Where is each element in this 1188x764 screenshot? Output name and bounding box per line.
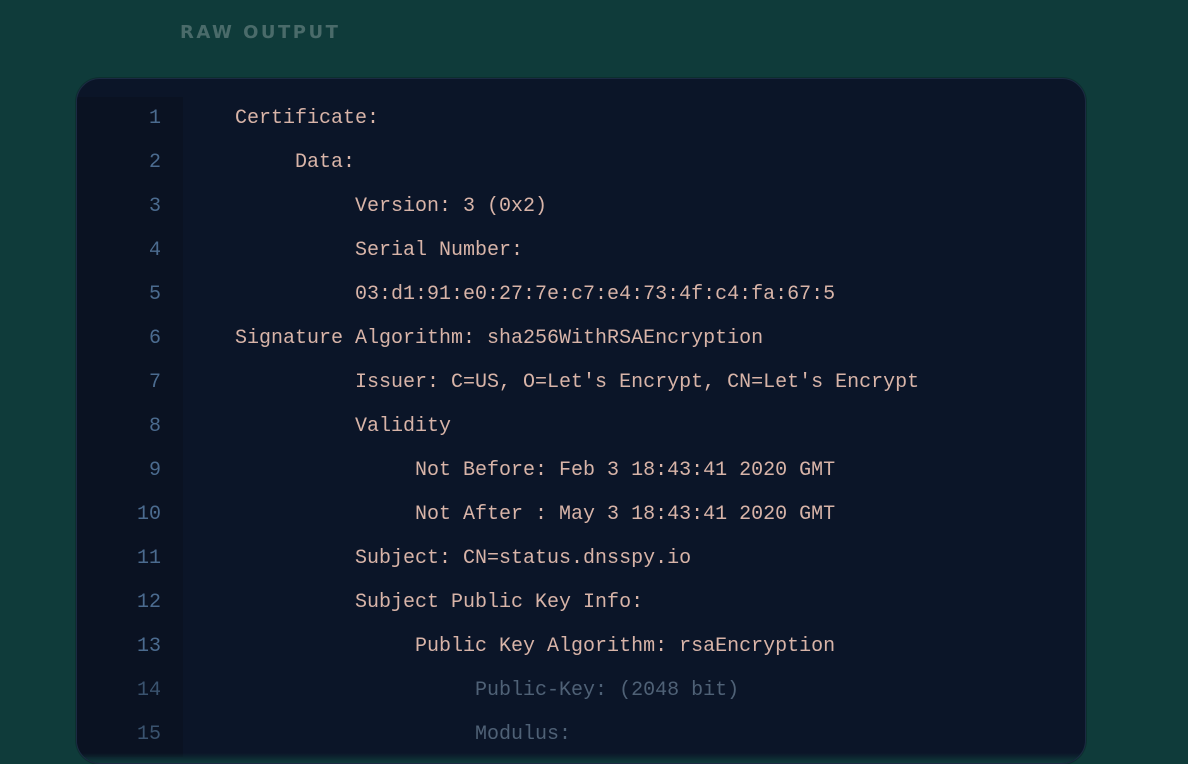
line-number: 4 — [77, 229, 183, 273]
line-number: 13 — [77, 625, 183, 669]
line-number: 12 — [77, 581, 183, 625]
line-number: 8 — [77, 405, 183, 449]
line-text: Subject Public Key Info: — [183, 581, 1085, 625]
code-line: 1Certificate: — [77, 97, 1085, 141]
code-line: 9 Not Before: Feb 3 18:43:41 2020 GMT — [77, 449, 1085, 493]
code-line: 14 Public-Key: (2048 bit) — [77, 669, 1085, 713]
line-number: 1 — [77, 97, 183, 141]
code-line: 15 Modulus: — [77, 713, 1085, 757]
line-number: 15 — [77, 713, 183, 757]
line-text: Public-Key: (2048 bit) — [183, 669, 1085, 713]
line-number: 14 — [77, 669, 183, 713]
code-line: 7 Issuer: C=US, O=Let's Encrypt, CN=Let'… — [77, 361, 1085, 405]
page-root: RAW OUTPUT 1Certificate:2 Data:3 Version… — [0, 0, 1188, 764]
line-number: 9 — [77, 449, 183, 493]
code-block[interactable]: 1Certificate:2 Data:3 Version: 3 (0x2)4 … — [77, 79, 1085, 757]
line-number: 6 — [77, 317, 183, 361]
line-text: Serial Number: — [183, 229, 1085, 273]
code-line: 2 Data: — [77, 141, 1085, 185]
line-text: Modulus: — [183, 713, 1085, 757]
line-number: 5 — [77, 273, 183, 317]
code-line: 4 Serial Number: — [77, 229, 1085, 273]
code-line: 10 Not After : May 3 18:43:41 2020 GMT — [77, 493, 1085, 537]
line-number: 3 — [77, 185, 183, 229]
line-number: 7 — [77, 361, 183, 405]
code-line: 5 03:d1:91:e0:27:7e:c7:e4:73:4f:c4:fa:67… — [77, 273, 1085, 317]
line-text: Subject: CN=status.dnsspy.io — [183, 537, 1085, 581]
line-text: Certificate: — [183, 97, 1085, 141]
code-line: 3 Version: 3 (0x2) — [77, 185, 1085, 229]
code-line: 12 Subject Public Key Info: — [77, 581, 1085, 625]
line-text: Not After : May 3 18:43:41 2020 GMT — [183, 493, 1085, 537]
line-text: Issuer: C=US, O=Let's Encrypt, CN=Let's … — [183, 361, 1085, 405]
line-number: 10 — [77, 493, 183, 537]
line-number: 11 — [77, 537, 183, 581]
line-number: 2 — [77, 141, 183, 185]
line-text: Validity — [183, 405, 1085, 449]
line-text: Version: 3 (0x2) — [183, 185, 1085, 229]
code-line: 6Signature Algorithm: sha256WithRSAEncry… — [77, 317, 1085, 361]
line-text: Data: — [183, 141, 1085, 185]
raw-output-panel: 1Certificate:2 Data:3 Version: 3 (0x2)4 … — [76, 78, 1086, 764]
code-line: 11 Subject: CN=status.dnsspy.io — [77, 537, 1085, 581]
line-text: 03:d1:91:e0:27:7e:c7:e4:73:4f:c4:fa:67:5 — [183, 273, 1085, 317]
section-heading: RAW OUTPUT — [180, 22, 340, 43]
code-line: 8 Validity — [77, 405, 1085, 449]
line-text: Signature Algorithm: sha256WithRSAEncryp… — [183, 317, 1085, 361]
code-line: 13 Public Key Algorithm: rsaEncryption — [77, 625, 1085, 669]
line-text: Public Key Algorithm: rsaEncryption — [183, 625, 1085, 669]
line-text: Not Before: Feb 3 18:43:41 2020 GMT — [183, 449, 1085, 493]
